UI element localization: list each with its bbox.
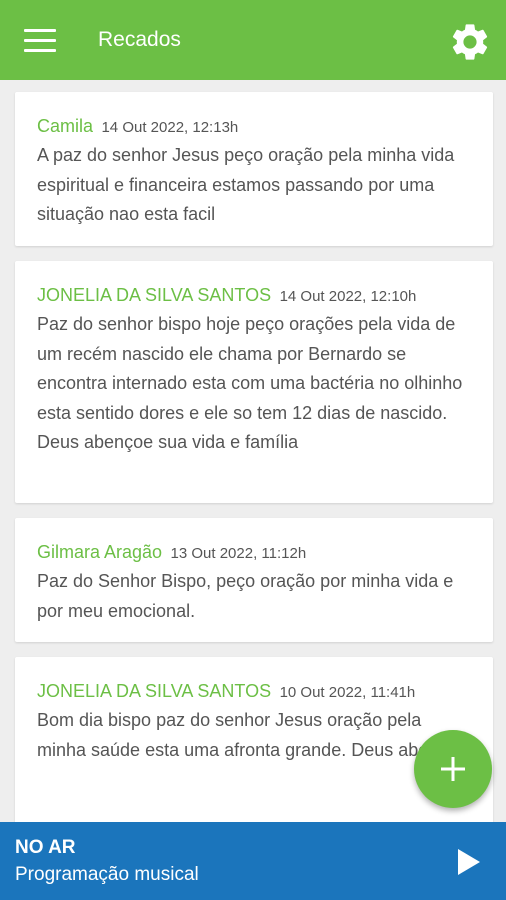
program-name: Programação musical (15, 864, 199, 885)
message-date: 14 Out 2022, 12:10h (279, 288, 417, 305)
message-card[interactable]: Camila 14 Out 2022, 12:13h A paz do senh… (15, 92, 493, 246)
gear-icon[interactable] (448, 20, 492, 64)
message-text: Paz do senhor bispo hoje peço orações pe… (37, 314, 463, 452)
message-card[interactable]: JONELIA DA SILVA SANTOS 10 Out 2022, 11:… (15, 657, 493, 822)
plus-icon (441, 757, 465, 781)
app-bar: Recados (0, 0, 506, 80)
message-date: 14 Out 2022, 12:13h (101, 119, 239, 136)
message-author: JONELIA DA SILVA SANTOS (37, 681, 272, 701)
message-card[interactable]: Gilmara Aragão 13 Out 2022, 11:12h Paz d… (15, 518, 493, 642)
message-author: Camila (37, 116, 94, 136)
page-title: Recados (98, 28, 181, 51)
add-message-button[interactable] (414, 730, 492, 808)
message-date: 10 Out 2022, 11:41h (279, 684, 416, 701)
message-date: 13 Out 2022, 11:12h (170, 545, 307, 562)
message-author: Gilmara Aragão (37, 542, 163, 562)
message-text: Paz do Senhor Bispo, peço oração por min… (37, 571, 454, 621)
hamburger-menu-icon[interactable] (24, 29, 56, 53)
radio-player-bar[interactable]: NO AR Programação musical (0, 822, 506, 900)
message-text: Bom dia bispo paz do senhor Jesus oração… (37, 710, 468, 760)
message-text: A paz do senhor Jesus peço oração pela m… (37, 145, 455, 224)
live-status: NO AR (15, 837, 76, 858)
message-author: JONELIA DA SILVA SANTOS (37, 285, 272, 305)
messages-list[interactable]: Camila 14 Out 2022, 12:13h A paz do senh… (0, 80, 506, 822)
message-card[interactable]: JONELIA DA SILVA SANTOS 14 Out 2022, 12:… (15, 261, 493, 503)
play-icon[interactable] (452, 846, 484, 878)
